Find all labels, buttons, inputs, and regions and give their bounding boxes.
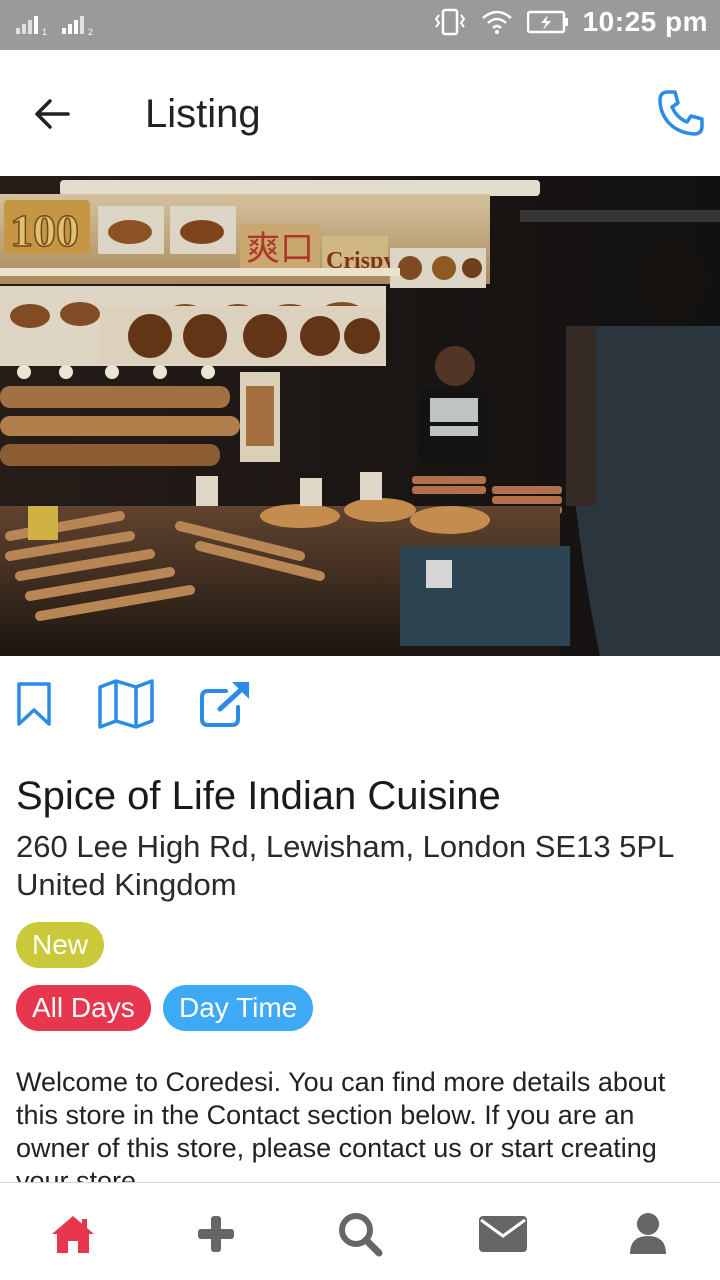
arrow-left-icon <box>35 99 70 129</box>
listing-address: 260 Lee High Rd, Lewisham, London SE13 5… <box>16 829 674 902</box>
bookmark-icon <box>17 682 51 726</box>
status-right: 10:25 pm <box>433 6 708 38</box>
call-button[interactable] <box>656 88 706 138</box>
plus-icon <box>198 1216 234 1252</box>
battery-charging-icon <box>526 10 568 34</box>
back-button[interactable] <box>28 90 76 138</box>
listing-actions <box>0 676 720 736</box>
nav-add[interactable] <box>191 1209 241 1259</box>
status-badge: New <box>16 922 105 968</box>
nav-profile[interactable] <box>623 1209 673 1259</box>
map-icon <box>98 679 154 729</box>
nav-search[interactable] <box>335 1209 385 1259</box>
status-left: 1 2 <box>16 14 96 36</box>
days-badge: All Days <box>16 985 151 1031</box>
listing-description: Welcome to Coredesi. You can find more d… <box>16 1067 666 1182</box>
sim2-label: 2 <box>88 27 93 36</box>
status-bar: 1 2 10:25 pm <box>0 0 720 50</box>
bookmark-button[interactable] <box>12 676 56 732</box>
bottom-navigation <box>0 1182 720 1280</box>
mail-icon <box>479 1216 527 1252</box>
listing-name: Spice of Life Indian Cuisine <box>16 774 501 818</box>
search-icon <box>339 1213 383 1257</box>
sim1-label: 1 <box>42 27 47 36</box>
user-icon <box>630 1213 666 1254</box>
listing-photo: 100 爽口 Crispy <box>0 176 720 656</box>
nav-messages[interactable] <box>478 1209 528 1259</box>
food-stall-illustration: 100 爽口 Crispy <box>0 176 720 656</box>
app-bar: Listing <box>0 50 720 176</box>
nav-home[interactable] <box>48 1209 98 1259</box>
page-title: Listing <box>145 92 261 136</box>
signal-icon: 2 <box>62 16 93 36</box>
open-external-button[interactable] <box>198 676 252 732</box>
home-icon <box>52 1216 94 1253</box>
map-button[interactable] <box>96 676 156 732</box>
signal-icon: 1 <box>16 16 47 36</box>
time-badge: Day Time <box>163 985 314 1031</box>
external-link-icon <box>200 682 249 727</box>
wifi-icon <box>481 10 512 34</box>
status-time: 10:25 pm <box>582 6 708 37</box>
vibrate-icon <box>434 8 465 36</box>
phone-icon <box>658 90 704 136</box>
